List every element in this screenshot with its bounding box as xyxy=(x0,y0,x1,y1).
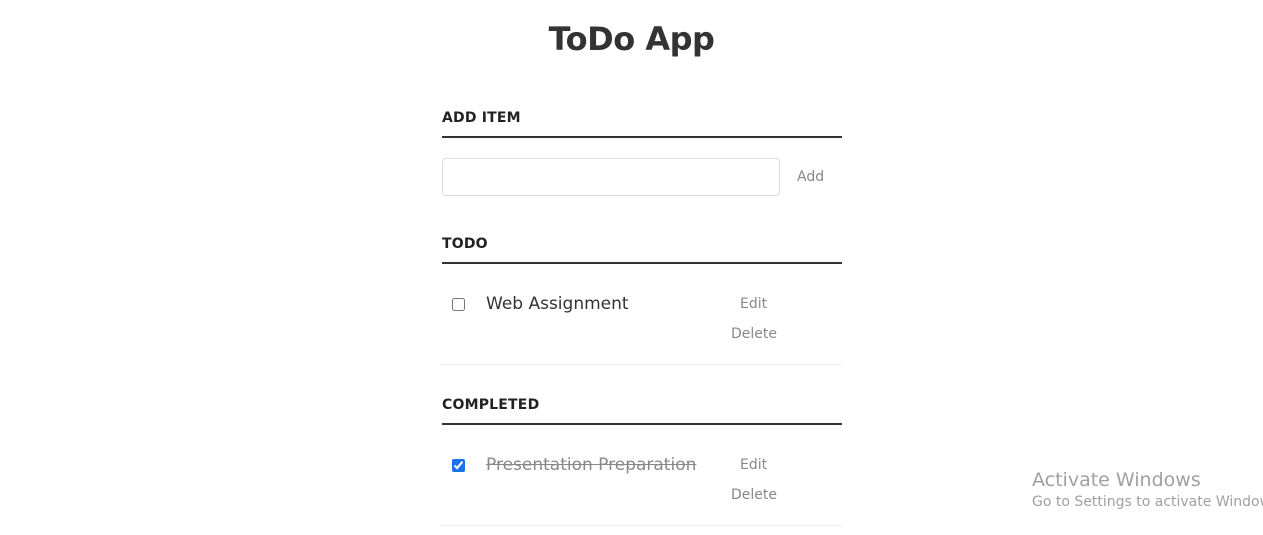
new-task-input[interactable] xyxy=(442,158,780,196)
watermark-subtitle: Go to Settings to activate Windows. xyxy=(1032,494,1263,510)
edit-button[interactable]: Edit xyxy=(740,457,767,473)
todo-list-item: Web Assignment Edit Delete xyxy=(442,264,842,365)
watermark-title: Activate Windows xyxy=(1032,469,1201,491)
todo-section: TODO Web Assignment Edit Delete xyxy=(442,236,842,365)
add-button[interactable]: Add xyxy=(797,169,824,185)
completed-task-checkbox[interactable] xyxy=(452,459,465,472)
todo-heading: TODO xyxy=(442,236,842,264)
task-checkbox[interactable] xyxy=(452,298,465,311)
todo-app-page: ToDo App ADD ITEM Add TODO Web Assignmen… xyxy=(0,0,1263,535)
page-title: ToDo App xyxy=(548,20,715,58)
add-item-heading: ADD ITEM xyxy=(442,110,842,138)
completed-task-label: Presentation Preparation xyxy=(486,455,697,475)
activate-windows-watermark: Activate Windows Go to Settings to activ… xyxy=(1032,468,1263,512)
edit-button[interactable]: Edit xyxy=(740,296,767,312)
completed-heading: COMPLETED xyxy=(442,397,842,425)
delete-button[interactable]: Delete xyxy=(731,487,777,503)
task-label: Web Assignment xyxy=(486,294,629,314)
add-item-row: Add xyxy=(442,158,842,196)
add-item-section: ADD ITEM Add xyxy=(442,110,842,196)
delete-button[interactable]: Delete xyxy=(731,326,777,342)
completed-list-item: Presentation Preparation Edit Delete xyxy=(442,425,842,526)
completed-section: COMPLETED Presentation Preparation Edit … xyxy=(442,397,842,526)
